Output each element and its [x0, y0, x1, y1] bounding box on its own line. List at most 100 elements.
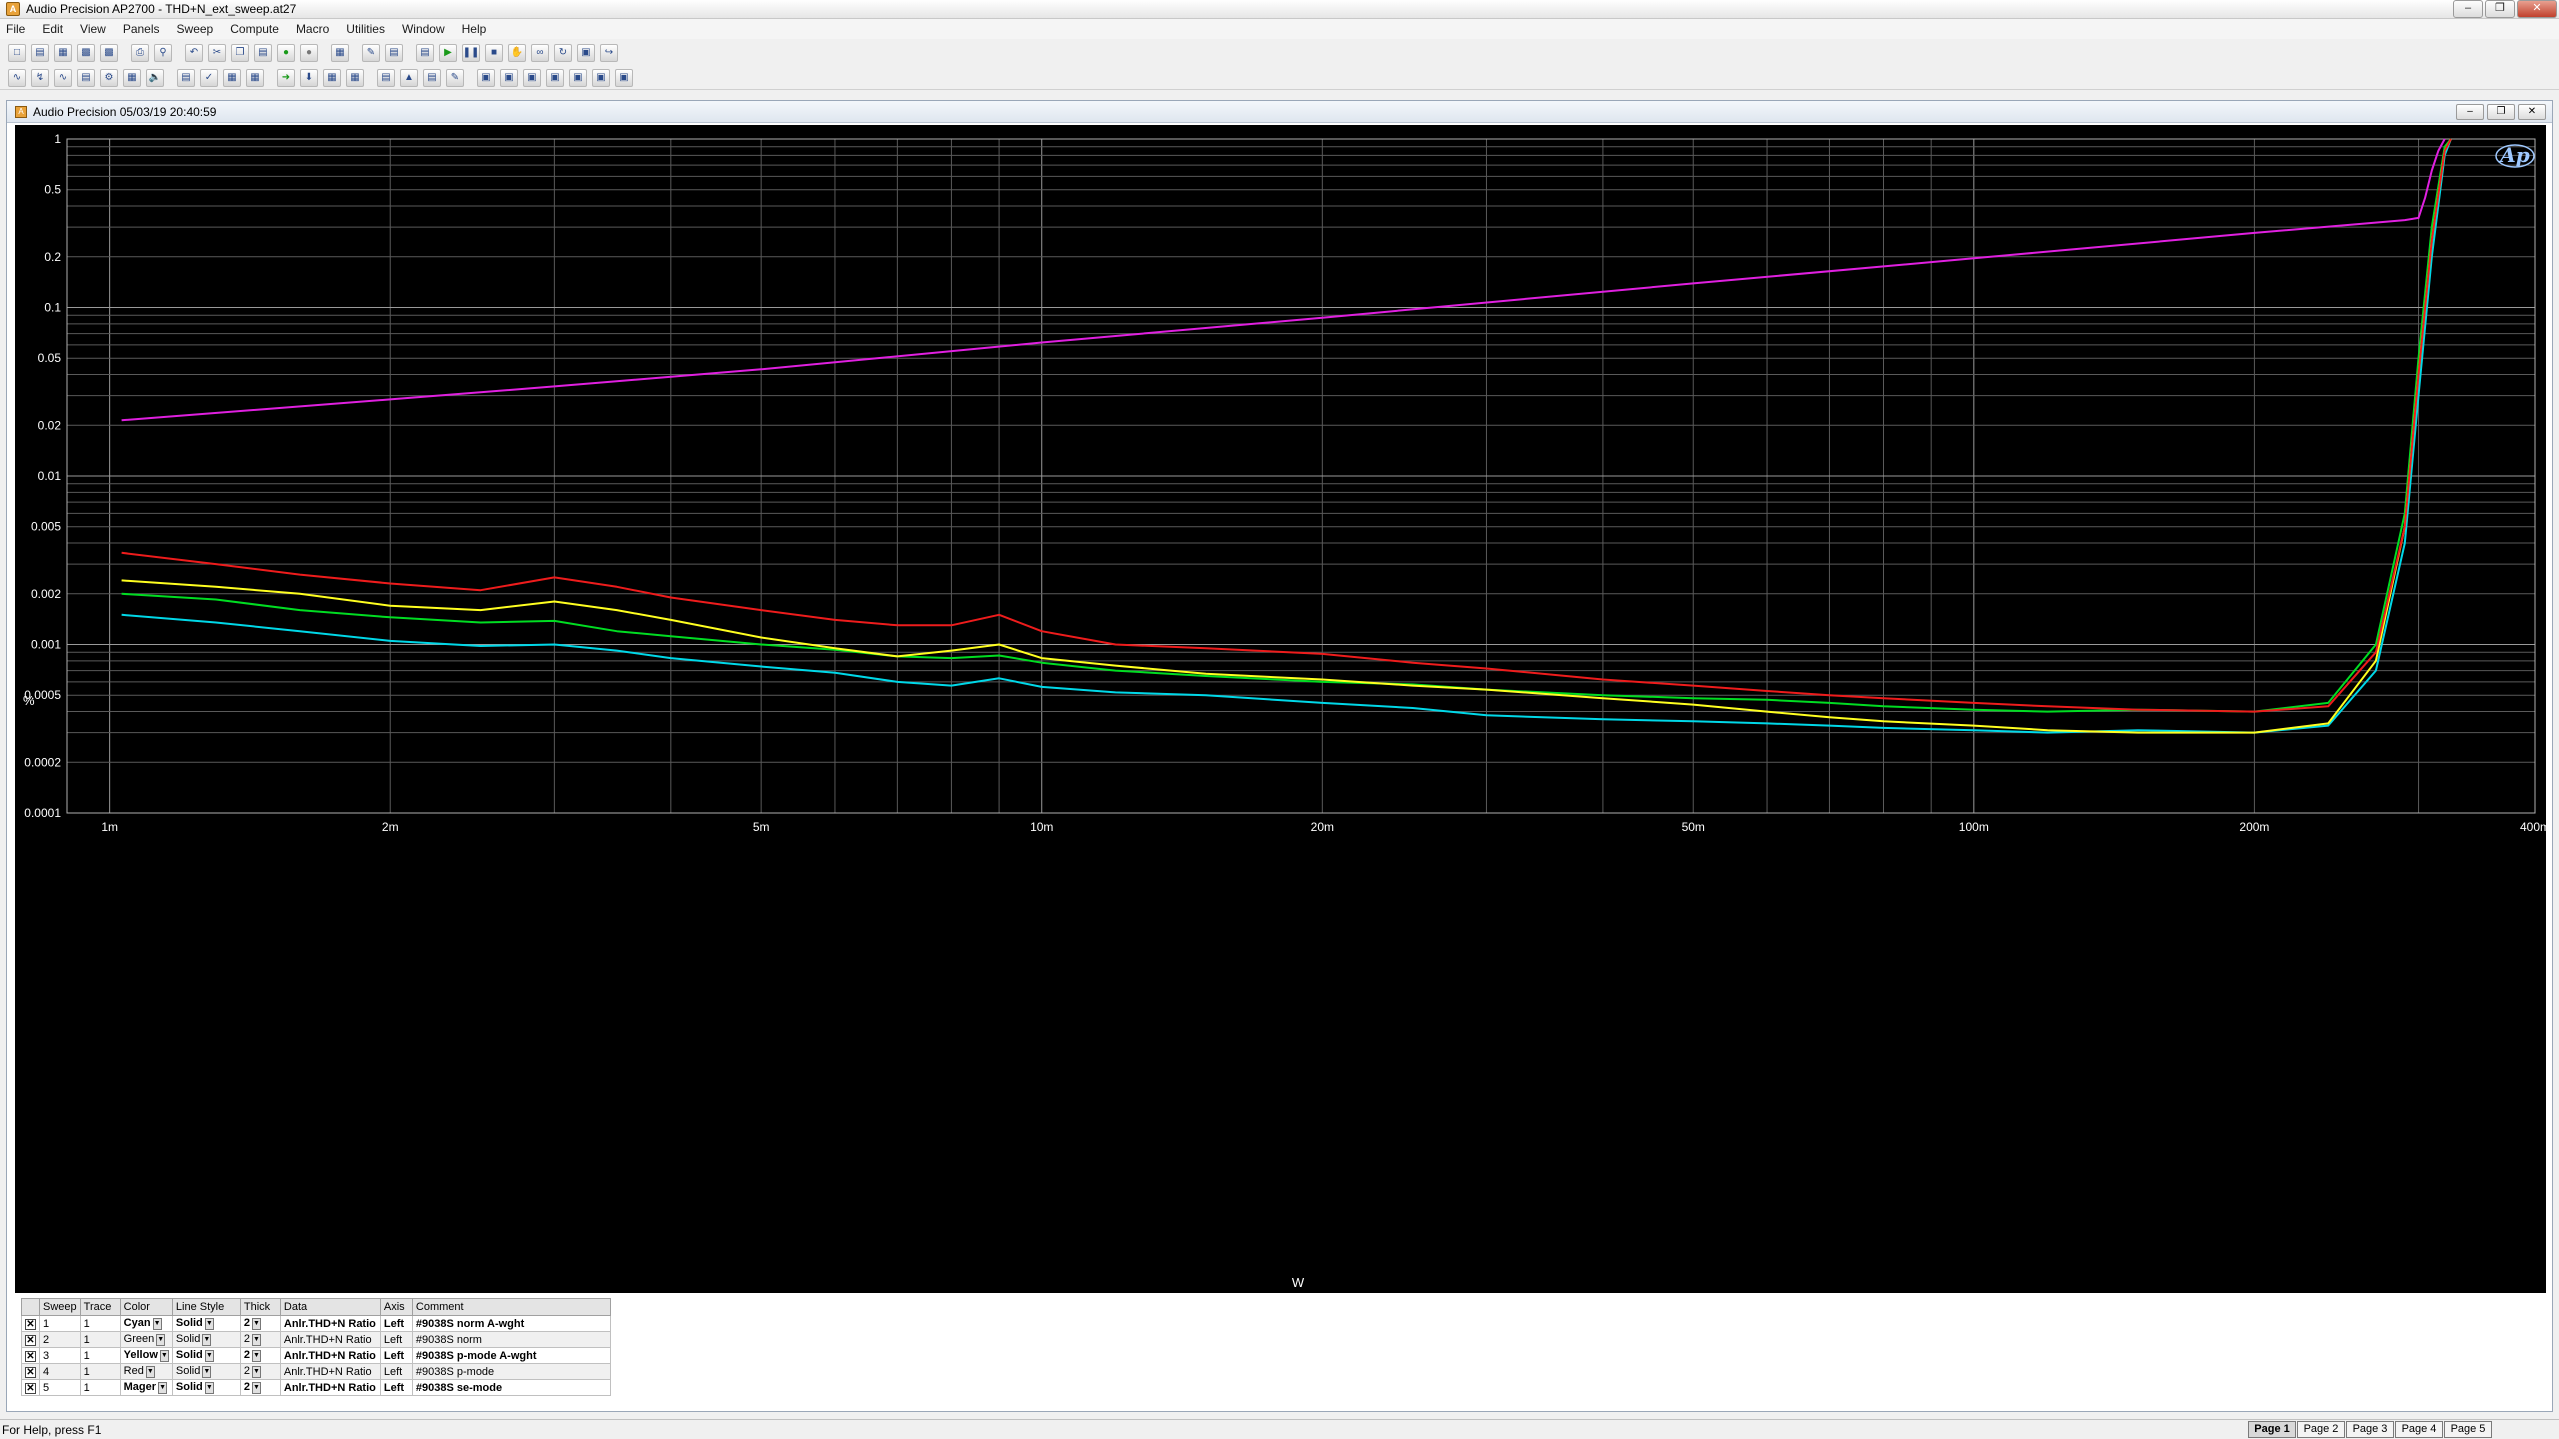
step-icon[interactable]: ↻ — [554, 44, 572, 62]
go-icon[interactable]: ● — [277, 44, 295, 62]
page7-icon[interactable]: ▣ — [615, 68, 633, 87]
page5-icon[interactable]: ▣ — [569, 68, 587, 87]
pause-icon[interactable]: ❚❚ — [462, 44, 480, 62]
dropdown-arrow-icon[interactable]: ▼ — [252, 1381, 262, 1394]
binoculars-icon[interactable]: ∞ — [531, 44, 549, 62]
menu-window[interactable]: Window — [402, 22, 445, 36]
close-button[interactable]: ✕ — [2517, 0, 2557, 18]
open-icon[interactable]: ▤ — [31, 44, 49, 62]
page-tab-2[interactable]: Page 2 — [2297, 1421, 2345, 1438]
legend-thick-select[interactable]: 2 ▼ — [239, 1331, 281, 1348]
copy-icon[interactable]: ❐ — [231, 44, 249, 62]
attach-icon[interactable]: ▤ — [423, 68, 441, 87]
legend-color-select[interactable]: Green ▼ — [119, 1331, 173, 1348]
data-icon[interactable]: ➜ — [277, 68, 295, 87]
export-icon[interactable]: ↪ — [600, 44, 618, 62]
save-icon[interactable]: ▩ — [77, 44, 95, 62]
page3-icon[interactable]: ▣ — [523, 68, 541, 87]
dropdown-arrow-icon[interactable]: ▼ — [204, 1349, 214, 1362]
legend-style-select[interactable]: Solid ▼ — [171, 1331, 241, 1348]
graph-minimize-button[interactable]: – — [2456, 104, 2484, 120]
dropdown-arrow-icon[interactable]: ▼ — [152, 1317, 162, 1330]
filter-icon[interactable]: ▦ — [123, 68, 141, 87]
menu-utilities[interactable]: Utilities — [346, 22, 385, 36]
graph-close-button[interactable]: ✕ — [2518, 104, 2546, 120]
legend-style-select[interactable]: Solid ▼ — [171, 1363, 241, 1380]
page6-icon[interactable]: ▣ — [592, 68, 610, 87]
download-icon[interactable]: ⬇ — [300, 68, 318, 87]
dropdown-arrow-icon[interactable]: ▼ — [202, 1333, 212, 1346]
trace-enable-checkbox[interactable]: ✕ — [25, 1334, 36, 1346]
dropdown-arrow-icon[interactable]: ▼ — [252, 1349, 262, 1362]
digital-io-icon[interactable]: ▤ — [77, 68, 95, 87]
restore-button[interactable]: ❐ — [2485, 0, 2515, 18]
dropdown-arrow-icon[interactable]: ▼ — [204, 1381, 214, 1394]
menu-edit[interactable]: Edit — [42, 22, 63, 36]
dropdown-arrow-icon[interactable]: ▼ — [252, 1333, 262, 1346]
print-preview-icon[interactable]: ⚲ — [154, 44, 172, 62]
analyzer-panel-icon[interactable]: ↯ — [31, 68, 49, 87]
minimize-button[interactable]: – — [2453, 0, 2483, 18]
menu-panels[interactable]: Panels — [123, 22, 160, 36]
page-tab-5[interactable]: Page 5 — [2444, 1421, 2492, 1438]
legend-comment[interactable]: #9038S p-mode — [411, 1363, 611, 1380]
legend-color-select[interactable]: Yellow ▼ — [119, 1347, 173, 1364]
legend-axis[interactable]: Left — [379, 1363, 413, 1380]
compute-icon[interactable]: ✓ — [200, 68, 218, 87]
legend-comment[interactable]: #9038S p-mode A-wght — [411, 1347, 611, 1364]
stop-square-icon[interactable]: ■ — [485, 44, 503, 62]
undo-icon[interactable]: ↶ — [185, 44, 203, 62]
menu-help[interactable]: Help — [462, 22, 487, 36]
print-icon[interactable]: ⎙ — [131, 44, 149, 62]
edit-icon[interactable]: ✎ — [362, 44, 380, 62]
legend-data[interactable]: Anlr.THD+N Ratio — [279, 1315, 381, 1332]
legend-data[interactable]: Anlr.THD+N Ratio — [279, 1379, 381, 1396]
trace-enable-checkbox[interactable]: ✕ — [25, 1318, 36, 1330]
tree-icon[interactable]: ▲ — [400, 68, 418, 87]
sweep-panel-icon[interactable]: ∿ — [54, 68, 72, 87]
legend-axis[interactable]: Left — [379, 1347, 413, 1364]
menu-file[interactable]: File — [6, 22, 25, 36]
legend-thick-select[interactable]: 2 ▼ — [239, 1347, 281, 1364]
monitor-icon[interactable]: ▣ — [577, 44, 595, 62]
legend-comment[interactable]: #9038S norm A-wght — [411, 1315, 611, 1332]
notepad-icon[interactable]: ✎ — [446, 68, 464, 87]
menu-compute[interactable]: Compute — [230, 22, 279, 36]
menu-sweep[interactable]: Sweep — [177, 22, 214, 36]
trace-enable-checkbox[interactable]: ✕ — [25, 1366, 36, 1378]
save-all-icon[interactable]: ▩ — [100, 44, 118, 62]
page-tab-4[interactable]: Page 4 — [2395, 1421, 2443, 1438]
legend-thick-select[interactable]: 2 ▼ — [239, 1363, 281, 1380]
page1-icon[interactable]: ▣ — [477, 68, 495, 87]
paste-icon[interactable]: ▤ — [254, 44, 272, 62]
graph-plot-area[interactable]: 1 0.5 0.2 0.1 0.05 0.02 0.01 0.005 0.002 0.001 0.0… — [15, 125, 2546, 1293]
menu-macro[interactable]: Macro — [296, 22, 329, 36]
legend-color-select[interactable]: Mager ▼ — [119, 1379, 173, 1396]
legend-data[interactable]: Anlr.THD+N Ratio — [279, 1331, 381, 1348]
dropdown-arrow-icon[interactable]: ▼ — [158, 1381, 168, 1394]
dropdown-arrow-icon[interactable]: ▼ — [145, 1365, 155, 1378]
legend-thick-select[interactable]: 2 ▼ — [239, 1379, 281, 1396]
dropdown-arrow-icon[interactable]: ▼ — [159, 1349, 169, 1362]
menu-view[interactable]: View — [80, 22, 106, 36]
dropdown-arrow-icon[interactable]: ▼ — [252, 1317, 262, 1330]
trace-enable-checkbox[interactable]: ✕ — [25, 1382, 36, 1394]
legend-data[interactable]: Anlr.THD+N Ratio — [279, 1363, 381, 1380]
page-tab-1[interactable]: Page 1 — [2248, 1421, 2296, 1438]
legend-axis[interactable]: Left — [379, 1379, 413, 1396]
calculator-icon[interactable]: ▦ — [331, 44, 349, 62]
legend-style-select[interactable]: Solid ▼ — [171, 1315, 241, 1332]
legend-color-select[interactable]: Cyan ▼ — [119, 1315, 173, 1332]
settings-icon[interactable]: ⚙ — [100, 68, 118, 87]
graph-panel-icon[interactable]: ▦ — [323, 68, 341, 87]
hand-icon[interactable]: ✋ — [508, 44, 526, 62]
legend-axis[interactable]: Left — [379, 1331, 413, 1348]
trace-enable-checkbox[interactable]: ✕ — [25, 1350, 36, 1362]
legend-comment[interactable]: #9038S norm — [411, 1331, 611, 1348]
generator-panel-icon[interactable]: ∿ — [8, 68, 26, 87]
legend-axis[interactable]: Left — [379, 1315, 413, 1332]
dropdown-arrow-icon[interactable]: ▼ — [204, 1317, 214, 1330]
graph-icon[interactable]: ▤ — [385, 44, 403, 62]
page2-icon[interactable]: ▣ — [500, 68, 518, 87]
legend-data[interactable]: Anlr.THD+N Ratio — [279, 1347, 381, 1364]
